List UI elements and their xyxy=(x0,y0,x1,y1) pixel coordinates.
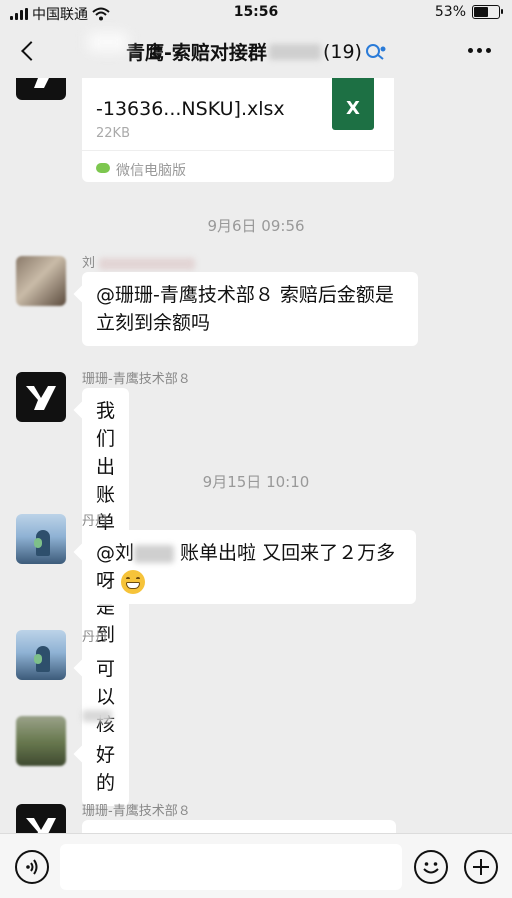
sender-name: 丹丹 xyxy=(82,630,109,645)
battery-icon xyxy=(472,5,503,19)
sender-name: 珊珊-青鹰技术部８ xyxy=(82,804,191,819)
avatar[interactable] xyxy=(16,804,66,833)
excel-file-icon: X xyxy=(332,78,374,130)
company-logo-icon xyxy=(26,386,56,410)
chat-header: 青鹰-索赔对接群 (19) xyxy=(0,26,512,78)
sender-name xyxy=(82,710,112,726)
message-text: @珊珊-青鹰技术部８ 索赔后金额是立刻到余额吗 xyxy=(96,284,394,334)
emoji-icon[interactable] xyxy=(414,850,448,884)
sender-name: 丹丹 xyxy=(82,514,109,529)
wechat-icon xyxy=(96,163,110,173)
more-icon[interactable] xyxy=(464,40,494,60)
avatar[interactable] xyxy=(16,372,66,422)
member-count: (19) xyxy=(322,40,362,63)
file-name: -13636...NSKU].xlsx xyxy=(96,98,285,120)
avatar[interactable] xyxy=(16,256,66,306)
timestamp: 9月6日 09:56 xyxy=(207,217,305,235)
status-right: 53% xyxy=(434,4,503,20)
back-icon[interactable] xyxy=(14,36,44,66)
chat-title: 青鹰-索赔对接群 (19) xyxy=(60,32,452,65)
avatar[interactable] xyxy=(16,716,66,766)
blurred-title-part xyxy=(88,32,128,52)
message-bubble[interactable]: 好的 xyxy=(82,732,130,806)
message-bubble[interactable]: @刘 账单出啦 又回来了２万多呀 xyxy=(82,530,416,604)
plus-icon[interactable] xyxy=(464,850,498,884)
file-source: 微信电脑版 xyxy=(116,163,186,179)
voice-icon[interactable] xyxy=(15,850,49,884)
message-bubble[interactable] xyxy=(82,820,396,833)
input-bar xyxy=(0,833,512,898)
blurred-title-suffix xyxy=(268,43,321,60)
file-size: 22KB xyxy=(96,126,130,141)
message-text: 好的 xyxy=(96,744,116,794)
message-bubble[interactable]: @珊珊-青鹰技术部８ 索赔后金额是立刻到余额吗 xyxy=(82,272,418,346)
timestamp: 9月15日 10:10 xyxy=(202,473,310,491)
avatar[interactable] xyxy=(16,630,66,680)
chat-area[interactable]: -13636...NSKU].xlsx 22KB X 微信电脑版 9月6日 09… xyxy=(0,78,512,833)
blurred-mention xyxy=(134,544,175,563)
sender-name: 珊珊-青鹰技术部８ xyxy=(82,372,191,387)
grin-emoji-icon xyxy=(121,569,146,594)
status-bar: 中国联通 15:56 53% xyxy=(0,0,512,26)
member-icon xyxy=(365,43,386,60)
company-logo-icon xyxy=(26,818,56,833)
avatar[interactable] xyxy=(16,514,66,564)
message-input[interactable] xyxy=(60,844,402,890)
chat-title-text: 青鹰-索赔对接群 xyxy=(126,42,267,64)
message-text-prefix: @刘 xyxy=(96,542,135,564)
battery-percent: 53% xyxy=(434,4,466,20)
divider xyxy=(82,150,394,151)
sender-name: 刘 xyxy=(82,252,196,271)
avatar[interactable] xyxy=(16,78,66,100)
file-message-card[interactable]: -13636...NSKU].xlsx 22KB X 微信电脑版 xyxy=(82,78,394,182)
